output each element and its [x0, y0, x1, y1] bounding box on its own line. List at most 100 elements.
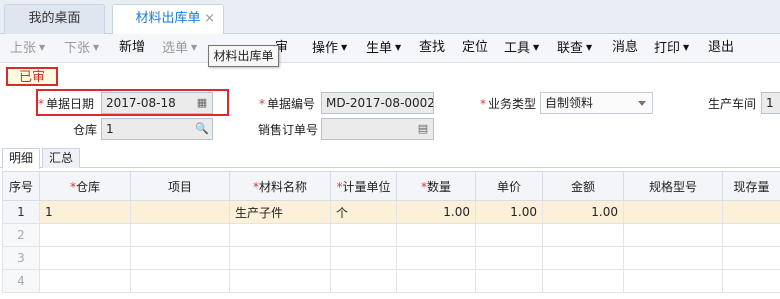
tab-summary[interactable]: 汇总: [42, 148, 80, 168]
chevron-down-icon[interactable]: [638, 101, 646, 106]
cell-qty[interactable]: [396, 223, 476, 247]
select-button[interactable]: 选单 ▼: [162, 34, 197, 63]
cell-project[interactable]: [130, 246, 230, 270]
select-button-label: 选单: [162, 41, 189, 56]
cell-unit[interactable]: [330, 223, 397, 247]
code-label-text: 单据编号: [267, 97, 316, 111]
table-header-row: 序号 *仓库 项目 *材料名称 *计量单位 *数量 单价 金额 规格型号 现存量: [2, 171, 780, 201]
cell-amount[interactable]: [542, 223, 624, 247]
cell-price[interactable]: [475, 269, 543, 293]
col-project[interactable]: 项目: [130, 171, 230, 201]
cell-unit[interactable]: [330, 269, 397, 293]
col-unit[interactable]: *计量单位: [330, 171, 397, 201]
generate-menu[interactable]: 生单 ▼: [366, 34, 401, 63]
operate-menu[interactable]: 操作 ▼: [312, 34, 347, 63]
col-unit-label: 计量单位: [342, 179, 391, 194]
generate-menu-label: 生单: [366, 41, 393, 56]
col-amount[interactable]: 金额: [542, 171, 624, 201]
biztype-select[interactable]: 自制领料: [540, 92, 653, 114]
cell-spec[interactable]: [623, 200, 723, 224]
cell-stock: [722, 269, 780, 293]
chevron-down-icon: ▼: [533, 43, 540, 52]
workshop-label: 生产车间: [708, 97, 757, 111]
cell-spec[interactable]: [623, 246, 723, 270]
sales-order-label: 销售订单号: [258, 123, 319, 137]
locate-button[interactable]: 定位: [462, 34, 488, 63]
tab-material-outbound[interactable]: 材料出库单 ×: [112, 4, 224, 35]
exit-button[interactable]: 退出: [708, 34, 734, 63]
date-label-text: 单据日期: [46, 97, 95, 111]
cell-spec[interactable]: [623, 269, 723, 293]
calendar-icon[interactable]: ▦: [195, 96, 209, 110]
table-row[interactable]: 1 1 生产子件 个 1.00 1.00 1.00: [2, 200, 780, 224]
link-query-menu-label: 联查: [557, 41, 584, 56]
col-qty[interactable]: *数量: [396, 171, 476, 201]
search-icon[interactable]: 🔍: [195, 122, 209, 136]
cell-amount[interactable]: 1.00: [542, 200, 624, 224]
tab-my-desktop[interactable]: 我的桌面: [4, 4, 105, 34]
tab-detail[interactable]: 明细: [2, 148, 40, 169]
cell-material[interactable]: 生产子件: [229, 200, 331, 224]
cell-material[interactable]: [229, 246, 331, 270]
cell-project[interactable]: [130, 269, 230, 293]
cell-stock: [722, 246, 780, 270]
print-menu[interactable]: 打印 ▼: [654, 34, 689, 63]
warehouse-label: 仓库: [73, 123, 98, 137]
table-row[interactable]: 3: [2, 246, 780, 270]
cell-project[interactable]: [130, 223, 230, 247]
cell-project[interactable]: [130, 200, 230, 224]
find-button[interactable]: 查找: [419, 34, 445, 63]
code-field[interactable]: MD-2017-08-0002: [321, 92, 434, 114]
required-mark: *: [38, 97, 44, 111]
cell-qty[interactable]: [396, 269, 476, 293]
col-seq: 序号: [2, 171, 40, 201]
cell-spec[interactable]: [623, 223, 723, 247]
cell-price[interactable]: 1.00: [475, 200, 543, 224]
date-label: * 单据日期: [38, 95, 94, 112]
cell-amount[interactable]: [542, 246, 624, 270]
workshop-field[interactable]: 1: [761, 92, 780, 114]
table-row[interactable]: 4: [2, 269, 780, 293]
cell-unit[interactable]: 个: [330, 200, 397, 224]
col-qty-label: 数量: [426, 179, 451, 194]
reference-icon[interactable]: ▤: [416, 122, 430, 136]
prev-button[interactable]: 上张 ▼: [10, 34, 45, 63]
col-warehouse[interactable]: *仓库: [39, 171, 131, 201]
cell-price[interactable]: [475, 223, 543, 247]
cell-amount[interactable]: [542, 269, 624, 293]
cell-warehouse[interactable]: 1: [39, 200, 131, 224]
cell-material[interactable]: [229, 223, 331, 247]
close-icon[interactable]: ×: [204, 5, 215, 33]
cell-warehouse[interactable]: [39, 246, 131, 270]
cell-warehouse[interactable]: [39, 269, 131, 293]
warehouse-field-value: 1: [106, 122, 114, 136]
cell-warehouse[interactable]: [39, 223, 131, 247]
link-query-menu[interactable]: 联查 ▼: [557, 34, 592, 63]
cell-material[interactable]: [229, 269, 331, 293]
new-button[interactable]: 新增: [119, 34, 145, 63]
table-row[interactable]: 2: [2, 223, 780, 247]
warehouse-field[interactable]: 1 🔍: [101, 118, 213, 140]
row-seq: 1: [2, 200, 40, 224]
cell-unit[interactable]: [330, 246, 397, 270]
date-field[interactable]: 2017-08-18 ▦: [101, 92, 213, 114]
toolbar: 上张 ▼ 下张 ▼ 新增 选单 ▼ 审 操作 ▼ 生单 ▼ 查找 定位 工具 ▼ 联查 ▼ 消…: [0, 34, 780, 63]
tools-menu[interactable]: 工具 ▼: [504, 34, 539, 63]
col-material[interactable]: *材料名称: [229, 171, 331, 201]
col-price[interactable]: 单价: [475, 171, 543, 201]
chevron-down-icon: ▼: [93, 43, 100, 52]
detail-table: 序号 *仓库 项目 *材料名称 *计量单位 *数量 单价 金额 规格型号 现存量…: [2, 171, 780, 293]
message-button[interactable]: 消息: [612, 34, 638, 63]
chevron-down-icon: ▼: [341, 43, 348, 52]
next-button[interactable]: 下张 ▼: [64, 34, 99, 63]
cell-stock: [722, 223, 780, 247]
cell-qty[interactable]: 1.00: [396, 200, 476, 224]
cell-price[interactable]: [475, 246, 543, 270]
prev-button-label: 上张: [10, 41, 37, 56]
tools-menu-label: 工具: [504, 41, 531, 56]
col-stock[interactable]: 现存量: [722, 171, 780, 201]
sales-order-field[interactable]: ▤: [321, 118, 434, 140]
print-menu-label: 打印: [654, 41, 681, 56]
cell-qty[interactable]: [396, 246, 476, 270]
col-spec[interactable]: 规格型号: [623, 171, 723, 201]
